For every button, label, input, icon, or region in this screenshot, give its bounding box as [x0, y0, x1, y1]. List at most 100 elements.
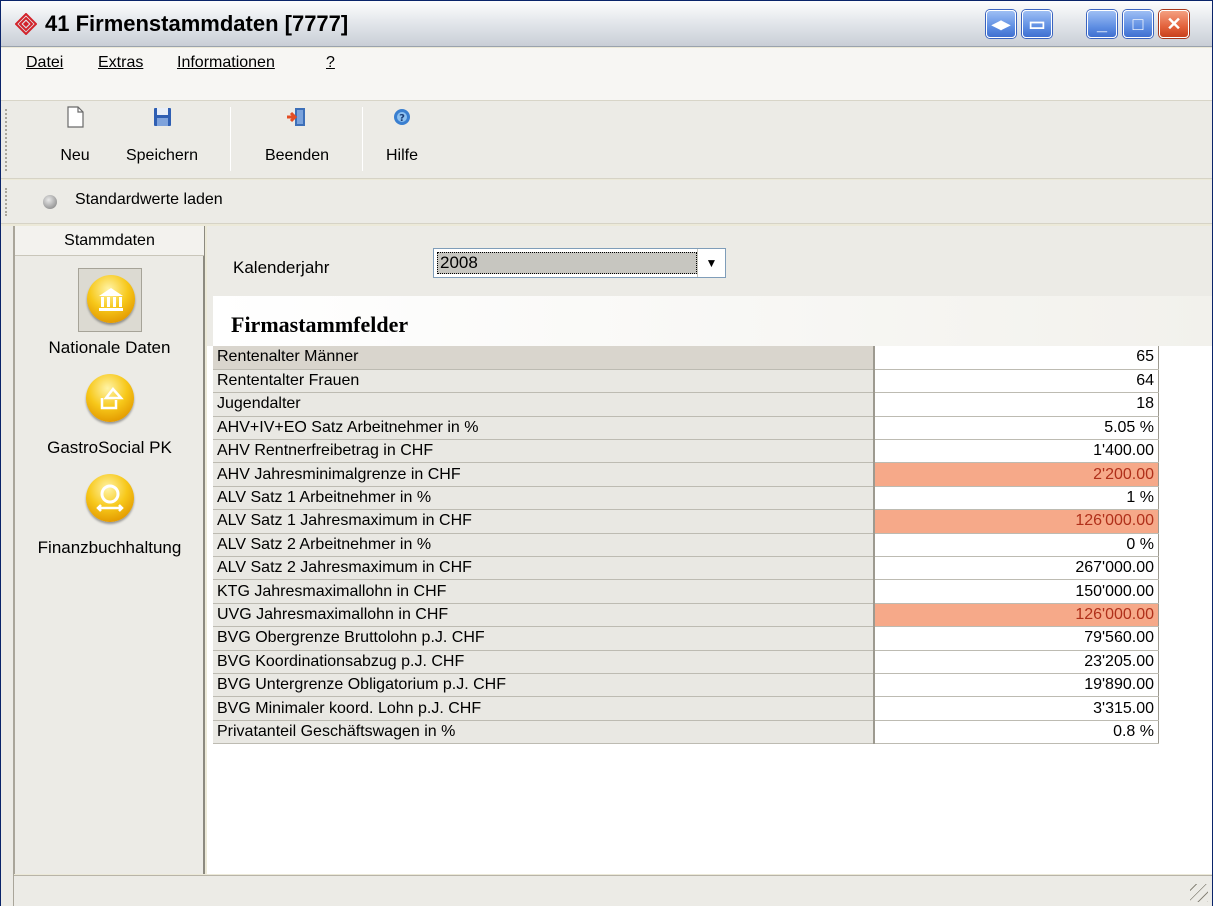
maximize-button[interactable]: □ — [1123, 10, 1153, 38]
field-value[interactable]: 150'000.00 — [874, 579, 1159, 604]
toolbar-grip[interactable] — [5, 109, 8, 171]
field-value[interactable]: 23'205.00 — [874, 650, 1159, 674]
field-label: AHV Jahresminimalgrenze in CHF — [213, 462, 875, 487]
field-label: AHV Rentnerfreibetrag in CHF — [213, 439, 875, 464]
minimize-button[interactable]: _ — [1087, 10, 1117, 38]
field-label: BVG Obergrenze Bruttolohn p.J. CHF — [213, 626, 875, 651]
table-row[interactable]: BVG Minimaler koord. Lohn p.J. CHF 3'315.… — [213, 696, 1159, 721]
table-row[interactable]: BVG Koordinationsabzug p.J. CHF 23'205.00 — [213, 650, 1159, 674]
field-label: Rententalter Frauen — [213, 369, 875, 394]
table-row[interactable]: ALV Satz 2 Jahresmaximum in CHF 267'000.0… — [213, 556, 1159, 581]
sidebar-item-finanzbuchhaltung[interactable]: Finanzbuchhaltung — [15, 468, 204, 558]
svg-text:?: ? — [399, 113, 405, 124]
field-value[interactable]: 1'400.00 — [874, 439, 1159, 464]
menu-help[interactable]: ? — [326, 54, 335, 72]
table-row[interactable]: AHV+IV+EO Satz Arbeitnehmer in % 5.05 % — [213, 416, 1159, 441]
field-label: ALV Satz 2 Arbeitnehmer in % — [213, 533, 875, 558]
close-button[interactable]: ✕ — [1159, 10, 1189, 38]
field-value[interactable]: 1 % — [874, 486, 1159, 511]
field-label: Rentenalter Männer — [213, 346, 875, 370]
help-button[interactable]: ? Hilfe — [377, 105, 427, 165]
application-window: 41 Firmenstammdaten [7777] ◂▸ ▭ _ □ ✕ Da… — [0, 0, 1213, 906]
field-value[interactable]: 64 — [874, 369, 1159, 394]
year-label: Kalenderjahr — [233, 258, 330, 277]
table-row[interactable]: ALV Satz 2 Arbeitnehmer in % 0 % — [213, 533, 1159, 558]
field-label: Privatanteil Geschäftswagen in % — [213, 720, 875, 745]
field-value[interactable]: 5.05 % — [874, 416, 1159, 441]
field-value[interactable]: 79'560.00 — [874, 626, 1159, 651]
resize-grip-icon[interactable] — [1190, 884, 1208, 902]
table-row[interactable]: ALV Satz 1 Jahresmaximum in CHF 126'000.0… — [213, 509, 1159, 534]
field-label: UVG Jahresmaximallohn in CHF — [213, 603, 875, 628]
field-value[interactable]: 3'315.00 — [874, 696, 1159, 721]
table-row[interactable]: AHV Jahresminimalgrenze in CHF 2'200.00 — [213, 462, 1159, 487]
field-label: AHV+IV+EO Satz Arbeitnehmer in % — [213, 416, 875, 441]
menu-datei[interactable]: Datei — [26, 54, 63, 72]
field-value[interactable]: 267'000.00 — [874, 556, 1159, 581]
help-label: Hilfe — [385, 147, 418, 164]
field-label: ALV Satz 2 Jahresmaximum in CHF — [213, 556, 875, 581]
field-label: BVG Minimaler koord. Lohn p.J. CHF — [213, 696, 875, 721]
field-label: Jugendalter — [213, 392, 875, 417]
section-title-text: Firmastammfelder — [231, 312, 409, 337]
section-title: Firmastammfelder — [213, 296, 1212, 346]
menu-bar: Datei Extras Informationen ? — [1, 48, 1212, 101]
field-value[interactable]: 0.8 % — [874, 720, 1159, 745]
table-row[interactable]: BVG Untergrenze Obligatorium p.J. CHF 19'… — [213, 673, 1159, 698]
field-value[interactable]: 0 % — [874, 533, 1159, 558]
maximize-icon: □ — [1132, 14, 1144, 34]
table-row[interactable]: AHV Rentnerfreibetrag in CHF 1'400.00 — [213, 439, 1159, 464]
menu-label: ? — [326, 54, 335, 71]
main-content: Kalenderjahr 2008 ▼ Firmastammfelder Ren… — [207, 226, 1212, 874]
load-defaults-label: Standardwerte laden — [75, 191, 223, 208]
year-select[interactable]: 2008 ▼ — [433, 248, 726, 278]
exit-button[interactable]: Beenden — [251, 105, 343, 165]
menu-informationen[interactable]: Informationen — [177, 54, 275, 72]
sidebar-item-label: Finanzbuchhaltung — [37, 538, 182, 557]
sidebar-item-nationale-daten[interactable]: Nationale Daten — [15, 268, 204, 358]
main-toolbar: Neu Speichern Beenden ? Hilfe — [1, 101, 1212, 179]
help-icon: ? — [394, 109, 410, 125]
dropdown-arrow-icon[interactable]: ▼ — [697, 249, 725, 277]
table-row[interactable]: KTG Jahresmaximallohn in CHF 150'000.00 — [213, 579, 1159, 604]
status-dot-icon — [43, 195, 57, 209]
field-label: BVG Untergrenze Obligatorium p.J. CHF — [213, 673, 875, 698]
switch-window-button[interactable]: ◂▸ — [986, 10, 1016, 38]
table-row[interactable]: Privatanteil Geschäftswagen in % 0.8 % — [213, 720, 1159, 745]
switch-arrows-icon: ◂▸ — [991, 14, 1011, 34]
window-title: 41 Firmenstammdaten [7777] — [45, 11, 349, 36]
table-row[interactable]: BVG Obergrenze Bruttolohn p.J. CHF 79'560… — [213, 626, 1159, 651]
toolbar-grip[interactable] — [5, 188, 8, 216]
new-button[interactable]: Neu — [47, 105, 103, 165]
menu-label: Datei — [26, 54, 64, 71]
save-label: Speichern — [125, 147, 199, 164]
app-logo-icon — [15, 13, 37, 35]
exit-label: Beenden — [264, 147, 330, 164]
sidebar-item-icon-frame — [78, 468, 142, 532]
sidebar-item-gastrosocial-pk[interactable]: GastroSocial PK — [15, 368, 204, 458]
bank-icon — [86, 275, 135, 323]
toolbar-separator — [230, 107, 231, 171]
table-row[interactable]: Rententalter Frauen 64 — [213, 369, 1159, 394]
field-value[interactable]: 126'000.00 — [874, 603, 1159, 628]
field-value[interactable]: 65 — [874, 346, 1159, 370]
new-label: Neu — [60, 147, 90, 164]
field-value[interactable]: 18 — [874, 392, 1159, 417]
field-value[interactable]: 2'200.00 — [874, 462, 1159, 487]
menu-label: Extras — [98, 54, 144, 71]
detach-window-button[interactable]: ▭ — [1022, 10, 1052, 38]
field-value[interactable]: 126'000.00 — [874, 509, 1159, 534]
exit-door-icon — [287, 108, 305, 126]
title-bar[interactable]: 41 Firmenstammdaten [7777] ◂▸ ▭ _ □ ✕ — [1, 1, 1212, 47]
table-row[interactable]: Jugendalter 18 — [213, 392, 1159, 417]
save-button[interactable]: Speichern — [113, 105, 211, 165]
field-value[interactable]: 19'890.00 — [874, 673, 1159, 698]
table-row[interactable]: UVG Jahresmaximallohn in CHF 126'000.00 — [213, 603, 1159, 628]
field-label: ALV Satz 1 Jahresmaximum in CHF — [213, 509, 875, 534]
menu-extras[interactable]: Extras — [98, 54, 143, 72]
table-row[interactable]: ALV Satz 1 Arbeitnehmer in % 1 % — [213, 486, 1159, 511]
table-row[interactable]: Rentenalter Männer 65 — [213, 346, 1159, 370]
sidebar-item-label: GastroSocial PK — [47, 438, 172, 457]
secondary-toolbar: Standardwerte laden — [1, 180, 1212, 224]
company-data-grid: Rentenalter Männer 65 Rententalter Frauen 6… — [213, 346, 1159, 745]
